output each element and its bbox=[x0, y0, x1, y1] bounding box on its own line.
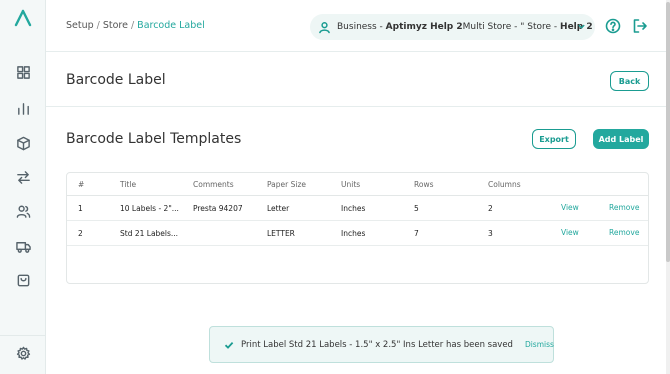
column-header: Paper Size bbox=[267, 180, 307, 189]
column-header: Rows bbox=[414, 180, 434, 189]
breadcrumb-setup[interactable]: Setup bbox=[66, 20, 94, 31]
row-divider bbox=[67, 245, 648, 246]
breadcrumb-store[interactable]: Store bbox=[103, 20, 128, 31]
business-name: Aptimyz Help 2 bbox=[385, 22, 463, 32]
row-number: 2 bbox=[78, 229, 83, 238]
templates-table: # Title Comments Paper Size Units Rows C… bbox=[66, 172, 649, 284]
table-row: 2 Std 21 Labels... LETTER Inches 7 3 Vie… bbox=[67, 221, 648, 246]
users-icon[interactable] bbox=[13, 201, 33, 221]
page-title: Barcode Label bbox=[66, 72, 166, 88]
add-label-button[interactable]: Add Label bbox=[593, 129, 649, 149]
business-middle: Multi Store - " Store - bbox=[462, 22, 558, 32]
breadcrumb: Setup / Store / Barcode Label bbox=[66, 20, 205, 31]
breadcrumb-separator: / bbox=[96, 20, 100, 31]
chevron-down-icon bbox=[577, 22, 586, 31]
row-paper-size: Letter bbox=[267, 204, 290, 213]
row-paper-size: LETTER bbox=[267, 229, 295, 238]
user-icon bbox=[318, 21, 331, 34]
row-rows: 7 bbox=[414, 229, 419, 238]
column-header: # bbox=[78, 180, 85, 189]
scrollbar[interactable] bbox=[666, 0, 670, 374]
breadcrumb-separator: / bbox=[130, 20, 135, 31]
export-button[interactable]: Export bbox=[532, 129, 576, 149]
row-columns: 2 bbox=[488, 204, 493, 213]
column-header: Units bbox=[341, 180, 361, 189]
success-toast: Print Label Std 21 Labels - 1.5" x 2.5" … bbox=[209, 326, 554, 363]
row-units: Inches bbox=[341, 204, 366, 213]
row-columns: 3 bbox=[488, 229, 493, 238]
row-number: 1 bbox=[78, 204, 83, 213]
business-prefix: Business - bbox=[337, 22, 383, 32]
scrollbar-thumb[interactable] bbox=[666, 2, 670, 262]
top-bar: Setup / Store / Barcode Label Business - Apt… bbox=[46, 0, 670, 52]
breadcrumb-current: Barcode Label bbox=[137, 20, 205, 31]
truck-icon[interactable] bbox=[13, 236, 33, 256]
column-header: Title bbox=[120, 180, 137, 189]
remove-link[interactable]: Remove bbox=[609, 228, 639, 237]
dismiss-button[interactable]: Dismiss bbox=[525, 340, 554, 349]
remove-link[interactable]: Remove bbox=[609, 203, 639, 212]
gear-icon[interactable] bbox=[13, 343, 33, 363]
business-selector[interactable]: Business - Aptimyz Help 2 Multi Store - … bbox=[310, 14, 595, 40]
row-units: Inches bbox=[341, 229, 366, 238]
toast-message: Print Label Std 21 Labels - 1.5" x 2.5" … bbox=[241, 339, 513, 350]
help-icon[interactable] bbox=[605, 18, 621, 34]
view-link[interactable]: View bbox=[561, 228, 579, 237]
column-header: Comments bbox=[193, 180, 234, 189]
table-row: 1 10 Labels - 2"... Presta 94207 Letter … bbox=[67, 196, 648, 221]
row-comments: Presta 94207 bbox=[193, 204, 243, 213]
grid-icon[interactable] bbox=[13, 62, 33, 82]
section-title: Barcode Label Templates bbox=[66, 131, 242, 147]
app-logo-icon[interactable] bbox=[13, 8, 33, 28]
column-header: Columns bbox=[488, 180, 521, 189]
back-button[interactable]: Back bbox=[610, 71, 649, 91]
sidebar-divider bbox=[0, 335, 46, 336]
check-icon bbox=[224, 340, 234, 350]
shopping-bag-icon[interactable] bbox=[13, 270, 33, 290]
bar-chart-icon[interactable] bbox=[13, 98, 33, 118]
view-link[interactable]: View bbox=[561, 203, 579, 212]
arrows-icon[interactable] bbox=[13, 167, 33, 187]
row-title: Std 21 Labels... bbox=[120, 229, 179, 238]
box-icon[interactable] bbox=[13, 133, 33, 153]
row-rows: 5 bbox=[414, 204, 419, 213]
logout-icon[interactable] bbox=[632, 18, 648, 34]
sidebar bbox=[0, 0, 46, 374]
row-title: 10 Labels - 2"... bbox=[120, 204, 179, 213]
page-header: Barcode Label Back bbox=[46, 52, 670, 107]
